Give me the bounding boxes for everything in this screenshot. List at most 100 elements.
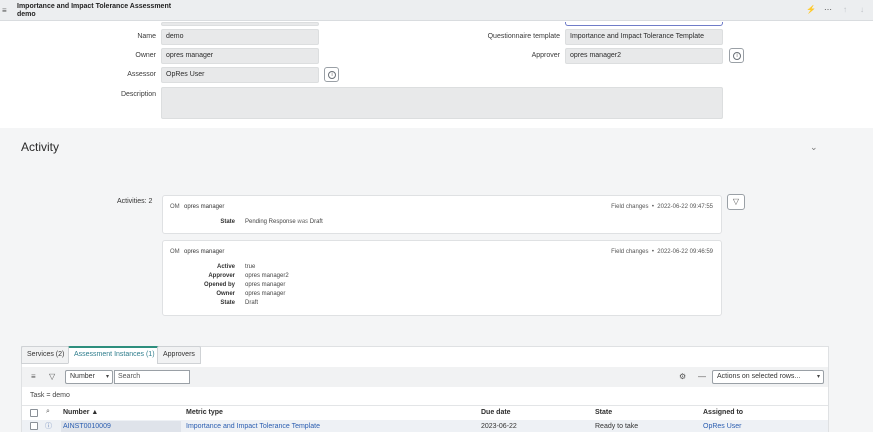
breadcrumb[interactable]: Task = demo bbox=[30, 392, 70, 399]
owner-field[interactable]: opres manager bbox=[161, 48, 319, 64]
cell-metric-type[interactable]: Importance and Impact Tolerance Template bbox=[186, 423, 320, 430]
filter-icon[interactable]: ▽ bbox=[49, 372, 55, 381]
field-change-row: Active true bbox=[163, 264, 723, 272]
field-key: Owner bbox=[216, 291, 235, 297]
field-change-row: State Draft bbox=[163, 300, 723, 308]
tab-services[interactable]: Services (2) bbox=[21, 346, 71, 364]
table-row: ⓘ AINST0010009 Importance and Impact Tol… bbox=[22, 420, 828, 432]
activity-entry: OM opres manager Field changes • 2022-06… bbox=[162, 240, 722, 316]
form-section: Name demo Owner opres manager Assessor O… bbox=[0, 22, 873, 128]
activity-entry: OM opres manager Field changes • 2022-06… bbox=[162, 195, 722, 234]
settings-gear-icon[interactable]: ⚙ bbox=[679, 372, 686, 381]
field-value: Pending Response was Draft bbox=[245, 219, 323, 225]
field-key: Opened by bbox=[203, 282, 235, 288]
field-value: opres manager bbox=[245, 282, 286, 288]
approver-field[interactable]: opres manager2 bbox=[565, 48, 723, 64]
activity-section: Activity ⌄ Activities: 2 ▽ OM opres mana… bbox=[0, 128, 873, 320]
search-field-value: Number bbox=[70, 373, 95, 380]
search-icon[interactable]: ⌕ bbox=[46, 408, 50, 416]
assessor-info-button[interactable]: i bbox=[324, 67, 339, 82]
form-header: ≡ Importance and Impact Tolerance Assess… bbox=[0, 0, 873, 21]
field-change-row: State Pending Response was Draft bbox=[163, 219, 723, 227]
field-key: Active bbox=[216, 264, 235, 270]
pulse-icon[interactable]: ⚡ bbox=[806, 5, 816, 14]
activity-meta: Field changes • 2022-06-22 09:46:59 bbox=[611, 249, 713, 255]
activity-type: Field changes bbox=[611, 249, 649, 255]
activity-user[interactable]: opres manager bbox=[184, 204, 224, 210]
page-title: Importance and Impact Tolerance Assessme… bbox=[17, 3, 171, 19]
assessor-field[interactable]: OpRes User bbox=[161, 67, 319, 83]
field-value: true bbox=[245, 264, 256, 270]
name-field[interactable]: demo bbox=[161, 29, 319, 45]
cell-state: Ready to take bbox=[595, 423, 639, 430]
info-icon: i bbox=[328, 71, 336, 79]
column-header-number[interactable]: Number ▲ bbox=[63, 409, 98, 416]
actions-label: Actions on selected rows... bbox=[717, 373, 801, 380]
old-value: Draft bbox=[309, 219, 323, 225]
cell-due-date: 2023-06-22 bbox=[481, 423, 517, 430]
activity-title: Activity bbox=[21, 140, 60, 154]
description-label: Description bbox=[120, 91, 156, 98]
field-value: opres manager2 bbox=[245, 273, 289, 279]
table-header: ⌕ Number ▲ Metric type Due date State As… bbox=[22, 405, 828, 419]
activity-filter-button[interactable]: ▽ bbox=[727, 194, 745, 210]
questionnaire-field[interactable]: Importance and Impact Tolerance Template bbox=[565, 29, 723, 45]
new-value: Pending Response bbox=[245, 219, 296, 225]
approver-label: Approver bbox=[531, 52, 560, 59]
chevron-down-icon[interactable]: ⌄ bbox=[810, 142, 818, 153]
menu-icon[interactable]: ≡ bbox=[2, 6, 7, 15]
filter-icon: ▽ bbox=[732, 197, 740, 206]
avatar: OM bbox=[170, 204, 180, 210]
activity-type: Field changes bbox=[611, 204, 649, 210]
activity-meta: Field changes • 2022-06-22 09:47:55 bbox=[611, 204, 713, 210]
name-label: Name bbox=[137, 33, 156, 40]
activities-count: Activities: 2 bbox=[117, 198, 153, 205]
more-icon[interactable]: ⋯ bbox=[824, 5, 832, 14]
assessor-label: Assessor bbox=[127, 71, 156, 78]
cell-assigned-to[interactable]: OpRes User bbox=[703, 423, 742, 430]
tab-assessment-instances[interactable]: Assessment Instances (1) bbox=[68, 346, 161, 364]
column-header-metric-type[interactable]: Metric type bbox=[186, 409, 223, 416]
column-header-state[interactable]: State bbox=[595, 409, 612, 416]
title-line-1: Importance and Impact Tolerance Assessme… bbox=[17, 3, 172, 10]
title-line-2: demo bbox=[17, 11, 36, 18]
questionnaire-label: Questionnaire template bbox=[487, 33, 560, 40]
field-change-row: Approver opres manager2 bbox=[163, 273, 723, 281]
field-key: Approver bbox=[208, 273, 235, 279]
field-change-row: Opened by opres manager bbox=[163, 282, 723, 290]
description-field[interactable] bbox=[161, 87, 723, 119]
partial-field-left[interactable] bbox=[161, 22, 319, 26]
owner-label: Owner bbox=[135, 52, 156, 59]
avatar: OM bbox=[170, 249, 180, 255]
collapse-icon[interactable]: — bbox=[698, 372, 706, 381]
list-toolbar: ≡ ▽ Number ▾ Search ⚙ — Actions on selec… bbox=[22, 367, 828, 387]
partial-field-focused[interactable] bbox=[565, 22, 723, 26]
approver-info-button[interactable]: i bbox=[729, 48, 744, 63]
field-value: Draft bbox=[245, 300, 259, 306]
activity-user[interactable]: opres manager bbox=[184, 249, 224, 255]
field-key: State bbox=[220, 219, 235, 225]
list-menu-icon[interactable]: ≡ bbox=[31, 372, 36, 381]
field-key: State bbox=[220, 300, 235, 306]
select-all-checkbox[interactable] bbox=[30, 409, 38, 417]
tab-approvers[interactable]: Approvers bbox=[157, 346, 201, 364]
search-input[interactable]: Search bbox=[114, 370, 190, 384]
info-icon: i bbox=[733, 52, 741, 60]
actions-select[interactable]: Actions on selected rows... ▾ bbox=[712, 370, 824, 384]
field-value: opres manager bbox=[245, 291, 286, 297]
activity-timestamp: 2022-06-22 09:46:59 bbox=[657, 249, 713, 255]
cell-number[interactable]: AINST0010009 bbox=[63, 423, 111, 430]
column-header-due-date[interactable]: Due date bbox=[481, 409, 511, 416]
field-change-row: Owner opres manager bbox=[163, 291, 723, 299]
info-icon[interactable]: ⓘ bbox=[45, 421, 52, 431]
related-lists: Services (2) Assessment Instances (1) Ap… bbox=[0, 320, 873, 432]
arrow-down-icon[interactable]: ↓ bbox=[860, 5, 864, 14]
caret-down-icon: ▾ bbox=[105, 374, 109, 380]
search-field-select[interactable]: Number ▾ bbox=[65, 370, 113, 384]
was-label: was bbox=[297, 219, 309, 225]
arrow-up-icon[interactable]: ↑ bbox=[843, 5, 847, 14]
column-header-assigned-to[interactable]: Assigned to bbox=[703, 409, 743, 416]
caret-down-icon: ▾ bbox=[816, 374, 820, 380]
row-checkbox[interactable] bbox=[30, 422, 38, 430]
activity-timestamp: 2022-06-22 09:47:55 bbox=[657, 204, 713, 210]
